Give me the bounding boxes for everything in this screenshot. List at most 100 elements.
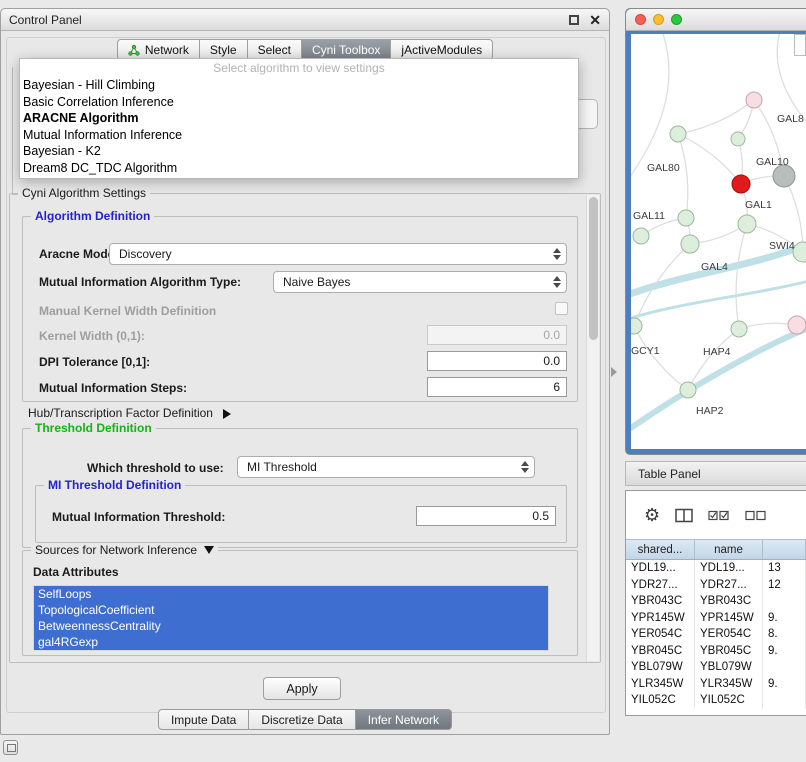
kernel-width-field[interactable]: 0.0 xyxy=(427,325,567,345)
which-threshold-label: Which threshold to use: xyxy=(87,461,224,475)
network-node[interactable] xyxy=(738,215,756,233)
control-panel-titlebar[interactable]: Control Panel ✕ xyxy=(1,9,609,31)
which-threshold-value: MI Threshold xyxy=(247,460,317,474)
splitter-handle[interactable] xyxy=(611,367,617,377)
tab-network[interactable]: Network xyxy=(117,39,200,60)
network-node[interactable] xyxy=(773,165,795,187)
gear-icon[interactable]: ⚙ xyxy=(644,506,660,524)
table-cell: YER054C xyxy=(695,626,763,643)
mi-threshold-definition-group: MI Threshold Definition Mutual Informati… xyxy=(35,485,567,543)
aracne-mode-select[interactable]: Discovery xyxy=(109,243,567,265)
select-all-icon[interactable] xyxy=(708,509,730,522)
hub-definition-section[interactable]: Hub/Transcription Factor Definition xyxy=(28,406,231,420)
mi-type-value: Naive Bayes xyxy=(283,275,350,289)
close-traffic-light-icon[interactable] xyxy=(635,14,646,25)
bottom-tab-discretize-data[interactable]: Discretize Data xyxy=(249,709,355,730)
settings-scrollbar-thumb[interactable] xyxy=(589,197,598,340)
table-cell: YPR145W xyxy=(695,610,763,627)
network-node[interactable] xyxy=(681,235,699,253)
attribute-item-betweennesscentrality[interactable]: BetweennessCentrality xyxy=(34,618,548,634)
network-node[interactable] xyxy=(746,92,762,108)
network-scrollbar[interactable] xyxy=(794,34,806,56)
column-header[interactable]: name xyxy=(695,540,763,559)
deselect-all-icon[interactable] xyxy=(745,509,767,522)
column-header[interactable]: shared... xyxy=(626,540,695,559)
data-attributes-list[interactable]: SelfLoopsTopologicalCoefficientBetweenne… xyxy=(33,585,549,651)
which-threshold-select[interactable]: MI Threshold xyxy=(237,456,535,478)
dpi-tolerance-field[interactable]: 0.0 xyxy=(427,351,567,371)
sources-group-title[interactable]: Sources for Network Inference xyxy=(31,543,218,557)
bottom-tab-infer-network[interactable]: Infer Network xyxy=(356,709,452,730)
attribute-item-gal4rgexp[interactable]: gal4RGexp xyxy=(34,634,548,650)
float-window-icon[interactable] xyxy=(569,15,579,25)
network-edge[interactable] xyxy=(678,100,754,134)
node-label: GAL11 xyxy=(633,210,665,222)
close-window-icon[interactable]: ✕ xyxy=(589,13,601,27)
network-edge[interactable] xyxy=(736,224,747,329)
table-row[interactable]: YDL19...YDL19...13 xyxy=(626,560,806,577)
algorithm-option-basic-correlation-inference[interactable]: Basic Correlation Inference xyxy=(20,94,578,111)
columns-icon[interactable] xyxy=(675,508,693,523)
tab-jactivemodules[interactable]: jActiveModules xyxy=(391,39,493,60)
table-panel-titlebar[interactable]: Table Panel xyxy=(625,461,806,486)
table-row[interactable]: YIL052CYIL052C xyxy=(626,692,806,709)
table-row[interactable]: YBL079WYBL079W xyxy=(626,659,806,676)
combo-arrows-icon xyxy=(553,276,561,288)
tab-cyni-toolbox[interactable]: Cyni Toolbox xyxy=(302,39,391,60)
network-edge[interactable] xyxy=(688,329,739,390)
network-node[interactable] xyxy=(631,318,642,334)
network-node[interactable] xyxy=(731,321,747,337)
apply-button[interactable]: Apply xyxy=(263,677,341,700)
network-graph[interactable]: GAL8GAL80GAL10GAL11GAL1SWI4GAL4GCY1HAP4H… xyxy=(631,34,806,449)
network-node[interactable] xyxy=(732,175,750,193)
aracne-mode-label: Aracne Mode: xyxy=(39,247,118,261)
column-header[interactable] xyxy=(763,540,806,559)
mi-threshold-label: Mutual Information Threshold: xyxy=(52,510,225,524)
attribute-item-topologicalcoefficient[interactable]: TopologicalCoefficient xyxy=(34,602,548,618)
table-row[interactable]: YBR043CYBR043C xyxy=(626,593,806,610)
table-row[interactable]: YLR345WYLR345W9. xyxy=(626,676,806,693)
minimized-panel-icon[interactable] xyxy=(3,740,18,755)
node-label: GAL4 xyxy=(701,261,728,273)
algorithm-option-dream8-dc-tdc-algorithm[interactable]: Dream8 DC_TDC Algorithm xyxy=(20,160,578,177)
network-icon xyxy=(128,44,140,56)
network-window-titlebar[interactable] xyxy=(626,9,806,31)
tab-label: jActiveModules xyxy=(401,43,482,57)
network-edge[interactable] xyxy=(678,134,688,218)
table-row[interactable]: YBR045CYBR045C9. xyxy=(626,643,806,660)
algorithm-option-bayesian-hill-climbing[interactable]: Bayesian - Hill Climbing xyxy=(20,77,578,94)
network-node[interactable] xyxy=(670,126,686,142)
algorithm-option-aracne-algorithm[interactable]: ARACNE Algorithm xyxy=(20,110,578,127)
network-node[interactable] xyxy=(731,132,745,146)
cyni-algorithm-settings-group: Cyni Algorithm Settings Algorithm Defini… xyxy=(9,193,601,663)
network-edge[interactable] xyxy=(634,326,688,390)
minimize-traffic-light-icon[interactable] xyxy=(653,14,664,25)
network-node[interactable] xyxy=(680,382,696,398)
settings-group-title: Cyni Algorithm Settings xyxy=(18,186,150,200)
table-cell xyxy=(763,659,806,676)
bottom-tab-impute-data[interactable]: Impute Data xyxy=(158,709,249,730)
bottom-tab-bar: Impute DataDiscretize DataInfer Network xyxy=(1,709,609,730)
zoom-traffic-light-icon[interactable] xyxy=(671,14,682,25)
threshold-definition-group: Threshold Definition Which threshold to … xyxy=(22,428,578,548)
network-node[interactable] xyxy=(788,316,806,334)
network-node[interactable] xyxy=(678,210,694,226)
table-cell: YBL079W xyxy=(695,659,763,676)
table-cell: YBR043C xyxy=(695,593,763,610)
manual-kernel-checkbox[interactable] xyxy=(555,302,568,315)
mi-algorithm-type-select[interactable]: Naive Bayes xyxy=(273,271,567,293)
network-canvas[interactable]: GAL8GAL80GAL10GAL11GAL1SWI4GAL4GCY1HAP4H… xyxy=(631,34,806,449)
attribute-item-selfloops[interactable]: SelfLoops xyxy=(34,586,548,602)
settings-scrollbar[interactable] xyxy=(586,195,599,661)
table-row[interactable]: YPR145WYPR145W9. xyxy=(626,610,806,627)
network-node[interactable] xyxy=(633,228,649,244)
tab-select[interactable]: Select xyxy=(248,39,302,60)
table-row[interactable]: YER054CYER054C8. xyxy=(626,626,806,643)
tab-style[interactable]: Style xyxy=(200,39,248,60)
algorithm-option-mutual-information-inference[interactable]: Mutual Information Inference xyxy=(20,127,578,144)
table-row[interactable]: YDR27...YDR27...12 xyxy=(626,577,806,594)
table-cell xyxy=(763,692,806,709)
mi-steps-field[interactable]: 6 xyxy=(427,377,567,397)
mi-threshold-field[interactable]: 0.5 xyxy=(416,506,556,526)
algorithm-option-bayesian-k2[interactable]: Bayesian - K2 xyxy=(20,143,578,160)
